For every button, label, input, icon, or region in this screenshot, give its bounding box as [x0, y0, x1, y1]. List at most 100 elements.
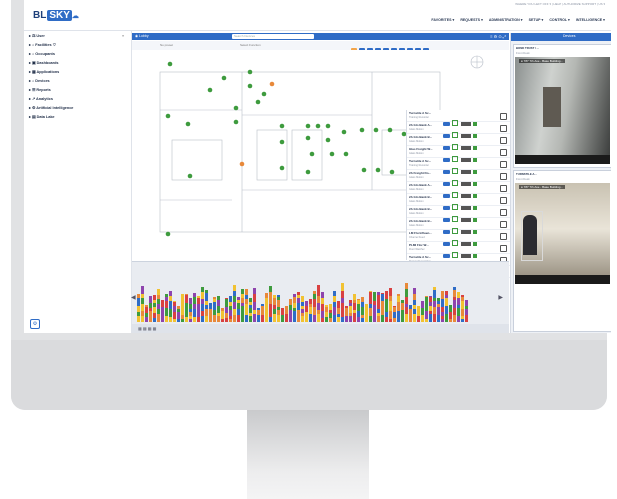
device-list: Turnstile A Sc... Training Recorder 2A Glo… — [406, 110, 510, 282]
open-device-icon[interactable] — [500, 233, 507, 240]
device-status-icons[interactable] — [443, 221, 489, 234]
camera-controls[interactable] — [515, 275, 610, 284]
timeline-bar-segment — [441, 312, 444, 316]
timeline-bar-segment — [149, 308, 152, 311]
nav-item[interactable]: REQUESTS ▾ — [460, 18, 483, 22]
timeline-bar-segment — [377, 302, 380, 309]
timeline-bar-segment — [193, 297, 196, 304]
device-row[interactable]: PLMI Flor W... Floor Watcher — [407, 242, 510, 258]
device-row[interactable]: Turnstile A Sc... Training Recorder — [407, 158, 510, 174]
timeline-bar-segment — [389, 308, 392, 311]
open-device-icon[interactable] — [500, 197, 507, 204]
camera-card[interactable]: BOND TRUST / ... Front Desk ● 787 7th Av… — [513, 44, 611, 168]
timeline-bar-segment — [409, 305, 412, 309]
device-status-icons[interactable] — [443, 161, 489, 174]
timeline-bar-segment — [437, 315, 440, 322]
device-status-icons[interactable] — [443, 137, 489, 150]
sidebar-item[interactable]: ▸ ▦ Applications — [24, 68, 124, 77]
device-row[interactable]: Glas Freight W... Glass Motion — [407, 146, 510, 162]
open-device-icon[interactable] — [500, 209, 507, 216]
timeline-bar-segment — [241, 289, 244, 294]
open-device-icon[interactable] — [500, 185, 507, 192]
timeline-bar-segment — [393, 306, 396, 307]
timeline-bar-segment — [357, 300, 360, 304]
device-status-icons[interactable] — [443, 245, 489, 258]
nav-item[interactable]: CONTROL ▾ — [549, 18, 570, 22]
camera-feed[interactable]: ● 787 7th Ave - Base Building... — [515, 183, 610, 275]
open-device-icon[interactable] — [500, 173, 507, 180]
open-device-icon[interactable] — [500, 125, 507, 132]
device-status-icons[interactable] — [443, 173, 489, 186]
device-name: Turnstile A Sc... — [409, 255, 432, 259]
timeline-bar-segment — [317, 285, 320, 291]
camera-card[interactable]: TURNSTILE A... Front Desk ● 787 7th Ave … — [513, 170, 611, 332]
timeline-bar-segment — [413, 314, 416, 322]
device-row[interactable]: LM Flu Influen... Channel Feed — [407, 230, 510, 246]
sidebar-item[interactable]: ▸ ▣ Dashboards — [24, 59, 124, 68]
device-row[interactable]: 2A Glo Bank B... Glass Motion — [407, 194, 510, 210]
timeline-bar-segment — [337, 314, 340, 317]
sidebar-item[interactable]: ▸ ⚙ Artificial Intelligence — [24, 104, 124, 113]
open-device-icon[interactable] — [500, 161, 507, 168]
device-row[interactable]: Turnstile A Sc... Training Recorder — [407, 110, 510, 126]
settings-gear-icon[interactable]: ⚙ — [30, 319, 40, 329]
timeline-bar-segment — [233, 309, 236, 315]
timeline-bar-segment — [269, 292, 272, 299]
nav-item[interactable]: INTELLIGENCE ▾ — [576, 18, 605, 22]
timeline-bar-segment — [181, 299, 184, 305]
timeline-bar-segment — [301, 316, 304, 322]
timeline-bar-segment — [241, 303, 244, 306]
app-logo[interactable]: BL SKY ☁ — [33, 10, 79, 21]
device-status-icons[interactable] — [443, 113, 489, 126]
timeline-bar-segment — [213, 299, 216, 302]
timeline-bar-segment — [385, 312, 388, 317]
open-device-icon[interactable] — [500, 113, 507, 120]
timeline-scroll-left-icon[interactable]: ◀ — [131, 294, 136, 301]
sidebar-item[interactable]: ▸ ▤ Data Lake — [24, 113, 124, 122]
search-devices-input[interactable]: Search Devices — [232, 34, 314, 39]
filter-preset-select[interactable]: No preset — [160, 43, 173, 47]
device-status-icons[interactable] — [443, 185, 489, 198]
timeline-bar-segment — [269, 309, 272, 317]
timeline-controls[interactable]: ▦ ▦ ▦ ▦ — [138, 326, 156, 331]
device-row[interactable]: 2A Glo Bank A... Glass Motion — [407, 182, 510, 198]
filter-function-select[interactable]: Select Function — [240, 43, 261, 47]
sidebar-item[interactable]: ▸ ☰ Reports — [24, 86, 124, 95]
timeline-bar-segment — [153, 313, 156, 318]
utility-links[interactable]: WHERE YOU LEFT OFF ▾ | HELP | AUTHORIZE … — [515, 2, 605, 6]
open-device-icon[interactable] — [500, 245, 507, 252]
device-status-icons[interactable] — [443, 197, 489, 210]
sidebar-item[interactable]: ▸ ⚖ User — [24, 32, 124, 41]
camera-feed[interactable]: ● 787 7th Ave - Base Building... — [515, 57, 610, 155]
timeline-bar-segment — [141, 286, 144, 294]
event-timeline[interactable]: ▶ ◀ ▦ ▦ ▦ ▦ — [131, 261, 509, 333]
open-device-icon[interactable] — [500, 221, 507, 228]
timeline-bar-segment — [193, 293, 196, 297]
camera-controls[interactable] — [515, 155, 610, 164]
tab-devices[interactable]: Devices — [563, 34, 575, 38]
device-status-icons[interactable] — [443, 233, 489, 246]
device-row[interactable]: 2A Freight Do... Glass Motion — [407, 170, 510, 186]
nav-item[interactable]: ADMINISTRATION ▾ — [489, 18, 523, 22]
device-status-icons[interactable] — [443, 125, 489, 138]
timeline-bar-segment — [229, 316, 232, 319]
timeline-scroll-right-icon[interactable]: ▶ — [498, 294, 503, 301]
sidebar-item[interactable]: ▸ ↗ Analytics — [24, 95, 124, 104]
device-row[interactable]: 2A Glo Bank B... Glass Motion — [407, 206, 510, 222]
timeline-bar-segment — [153, 295, 156, 300]
sidebar-item[interactable]: ▸ ⌂ Occupants — [24, 50, 124, 59]
timeline-bars — [137, 283, 468, 322]
device-row[interactable]: 2A Glo Bank B... Glass Motion — [407, 134, 510, 150]
sidebar-item[interactable]: ▸ ⌂ Devices — [24, 77, 124, 86]
device-status-icons[interactable] — [443, 149, 489, 162]
device-status-icons[interactable] — [443, 209, 489, 222]
device-row[interactable]: 2A Glo Bank A... Glass Motion — [407, 122, 510, 138]
nav-item[interactable]: FAVORITES ▾ — [431, 18, 454, 22]
timeline-bar-segment — [217, 313, 220, 316]
nav-item[interactable]: SETUP ▾ — [529, 18, 544, 22]
sidebar-item[interactable]: ▸ ⌂ Facilities ♡ — [24, 41, 124, 50]
open-device-icon[interactable] — [500, 137, 507, 144]
device-row[interactable]: 2A Glo Bank B... Glass Motion — [407, 218, 510, 234]
open-device-icon[interactable] — [500, 149, 507, 156]
map-window-icons[interactable]: ≡ ⚙ ⊙ ⤢ — [490, 34, 506, 39]
